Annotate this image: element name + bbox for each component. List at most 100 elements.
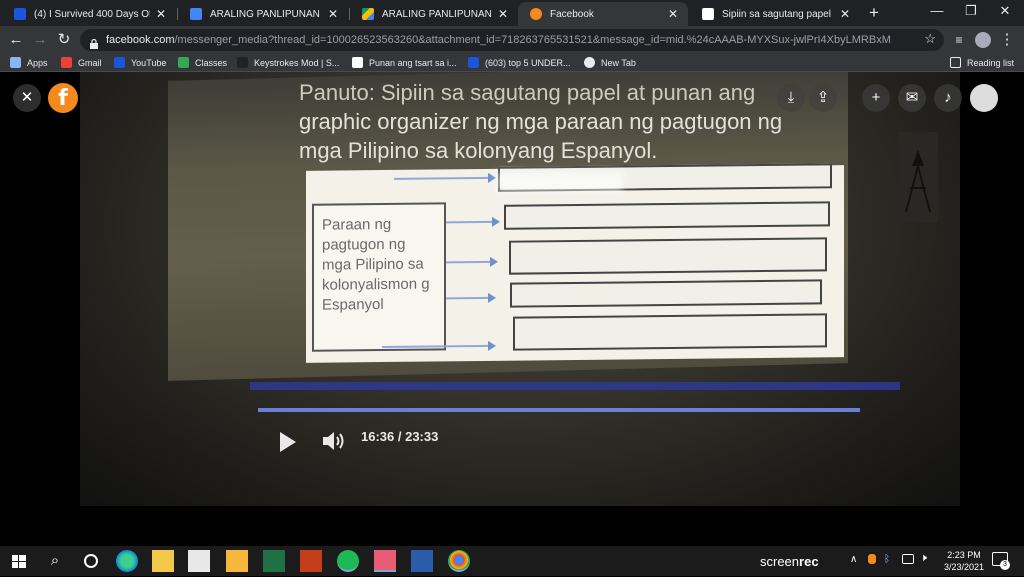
tray-expand-icon[interactable]: ∧	[850, 554, 857, 565]
mail-icon[interactable]	[226, 550, 248, 572]
tab-strip: (4) I Survived 400 Days Of Har ✕ ARALING…	[0, 0, 1024, 26]
lock-icon	[90, 36, 98, 49]
clock-time: 2:23 PM	[947, 550, 981, 560]
tab-facebook[interactable]: Facebook ✕	[518, 2, 688, 26]
close-tab-icon[interactable]: ✕	[666, 7, 680, 21]
powerpoint-icon[interactable]	[300, 550, 322, 572]
volume-icon[interactable]	[321, 429, 347, 453]
download-icon[interactable]: ⤓	[777, 84, 805, 112]
app-icon[interactable]	[411, 550, 433, 572]
facebook-logo-icon[interactable]: f	[48, 83, 78, 113]
classroom-icon	[178, 57, 189, 68]
organizer-main-box: Paraan ng pagtugon ng mga Pilipino sa ko…	[312, 202, 446, 352]
bookmark-youtube[interactable]: YouTube	[114, 55, 166, 70]
tab-sipiin[interactable]: Sipiin sa sagutang papel at pu ✕	[690, 2, 860, 26]
excel-icon[interactable]	[263, 550, 285, 572]
tab-youtube-survived[interactable]: (4) I Survived 400 Days Of Har ✕	[2, 2, 176, 26]
minimize-button[interactable]: —	[920, 0, 954, 24]
battery-icon[interactable]	[902, 554, 914, 564]
store-icon[interactable]	[188, 550, 210, 572]
tab-title: ARALING PANLIPUNAN 5 Q2 V	[210, 8, 322, 20]
bookmark-star-icon[interactable]: ☆	[924, 31, 936, 47]
close-tab-icon[interactable]: ✕	[838, 7, 852, 21]
answer-box	[513, 313, 827, 351]
windows-start-icon[interactable]	[8, 550, 30, 572]
close-tab-icon[interactable]: ✕	[496, 7, 510, 21]
watermark-part: rec	[799, 554, 819, 569]
bookmark-classes[interactable]: Classes	[178, 55, 227, 70]
address-bar[interactable]: facebook.com/messenger_media?thread_id=1…	[80, 29, 944, 51]
url-path: /messenger_media?thread_id=1000265235632…	[174, 34, 891, 46]
bookmark-top5[interactable]: (603) top 5 UNDER...	[468, 55, 571, 70]
bookmark-apps[interactable]: Apps	[10, 55, 48, 70]
play-icon[interactable]	[280, 432, 296, 452]
close-window-button[interactable]: ✕	[988, 0, 1022, 24]
youtube-icon	[114, 57, 125, 68]
volume-tray-icon[interactable]: 🕨	[920, 552, 927, 565]
answer-box	[504, 201, 830, 230]
bookmark-label: Gmail	[78, 57, 102, 68]
forward-arrow-icon[interactable]: →	[29, 29, 51, 51]
spotify-icon[interactable]	[337, 550, 359, 572]
youtube-icon	[468, 57, 479, 68]
bluetooth-icon[interactable]: ᛒ	[884, 554, 890, 565]
tab-title: Sipiin sa sagutang papel at pu	[722, 8, 834, 20]
cortana-icon[interactable]	[80, 550, 102, 572]
answer-box	[510, 279, 822, 308]
youtube-icon	[14, 8, 26, 20]
reading-list-icon	[950, 57, 961, 68]
bookmark-punan[interactable]: Punan ang tsart sa i...	[352, 55, 457, 70]
media-control-icon[interactable]: ≡	[948, 29, 970, 51]
bookmark-label: Classes	[195, 57, 228, 68]
reading-list[interactable]: Reading list	[950, 55, 1014, 70]
notification-badge: 3	[1000, 560, 1010, 570]
restore-button[interactable]: ❐	[954, 0, 988, 24]
watermark-part: screen	[760, 554, 800, 569]
system-clock[interactable]: 2:23 PM 3/23/2021	[944, 549, 984, 573]
profile-avatar[interactable]	[972, 29, 994, 51]
connector-arrow	[446, 220, 494, 224]
file-explorer-icon[interactable]	[152, 550, 174, 572]
tray-app-icon[interactable]	[868, 554, 876, 564]
tab-title: (4) I Survived 400 Days Of Har	[34, 8, 150, 20]
screenrec-watermark: screenrec	[760, 554, 819, 569]
new-tab-button[interactable]: +	[864, 2, 884, 24]
instruction-line: mga Pilipino sa kolonyang Espanyol.	[299, 138, 658, 163]
answer-box	[509, 237, 827, 275]
bookmark-newtab[interactable]: New Tab	[584, 55, 636, 70]
chrome-icon[interactable]	[448, 550, 470, 572]
graphic-organizer: Paraan ng pagtugon ng mga Pilipino sa ko…	[306, 163, 844, 363]
bookmark-label: (603) top 5 UNDER...	[485, 57, 571, 68]
heart-icon	[237, 57, 248, 68]
close-tab-icon[interactable]: ✕	[154, 7, 168, 21]
account-avatar[interactable]	[970, 84, 998, 112]
messenger-icon[interactable]: ✉	[898, 84, 926, 112]
light-glare	[497, 172, 623, 192]
share-icon[interactable]: ⇪	[809, 84, 837, 112]
reload-icon[interactable]: ↻	[53, 29, 75, 51]
classroom-icon	[190, 8, 202, 20]
search-icon[interactable]: ⌕	[44, 550, 66, 572]
instruction-line: graphic organizer ng mga paraan ng pagtu…	[299, 109, 783, 134]
url-text: facebook.com/messenger_media?thread_id=1…	[106, 34, 891, 46]
edge-icon[interactable]	[116, 550, 138, 572]
back-arrow-icon[interactable]: ←	[5, 29, 27, 51]
notifications-bell-icon[interactable]: ♪	[934, 84, 962, 112]
brainly-icon	[352, 57, 363, 68]
close-tab-icon[interactable]: ✕	[326, 7, 340, 21]
tab-title: Facebook	[550, 8, 594, 20]
bookmark-gmail[interactable]: Gmail	[61, 55, 102, 70]
windows-taskbar: ⌕ screenrec ∧ ᛒ 🕨 2:23 PM 3/23/2021 3	[0, 546, 1024, 576]
menu-dots-icon[interactable]: ⋮	[996, 29, 1018, 51]
screenrec-app-icon[interactable]	[374, 550, 396, 572]
bookmark-keystrokes[interactable]: Keystrokes Mod | S...	[237, 55, 339, 70]
bookmark-label: Punan ang tsart sa i...	[369, 57, 457, 68]
drive-icon	[362, 8, 374, 20]
tab-araling-q3[interactable]: ARALING PANLIPUNAN 5 Q3 V ✕	[350, 2, 518, 26]
video-progress-bar[interactable]	[258, 408, 860, 412]
reading-list-label: Reading list	[967, 57, 1015, 68]
create-plus-icon[interactable]: +	[862, 84, 890, 112]
tab-araling-q2[interactable]: ARALING PANLIPUNAN 5 Q2 V ✕	[178, 2, 348, 26]
brainly-icon	[702, 8, 714, 20]
close-viewer-icon[interactable]: ✕	[13, 84, 41, 112]
